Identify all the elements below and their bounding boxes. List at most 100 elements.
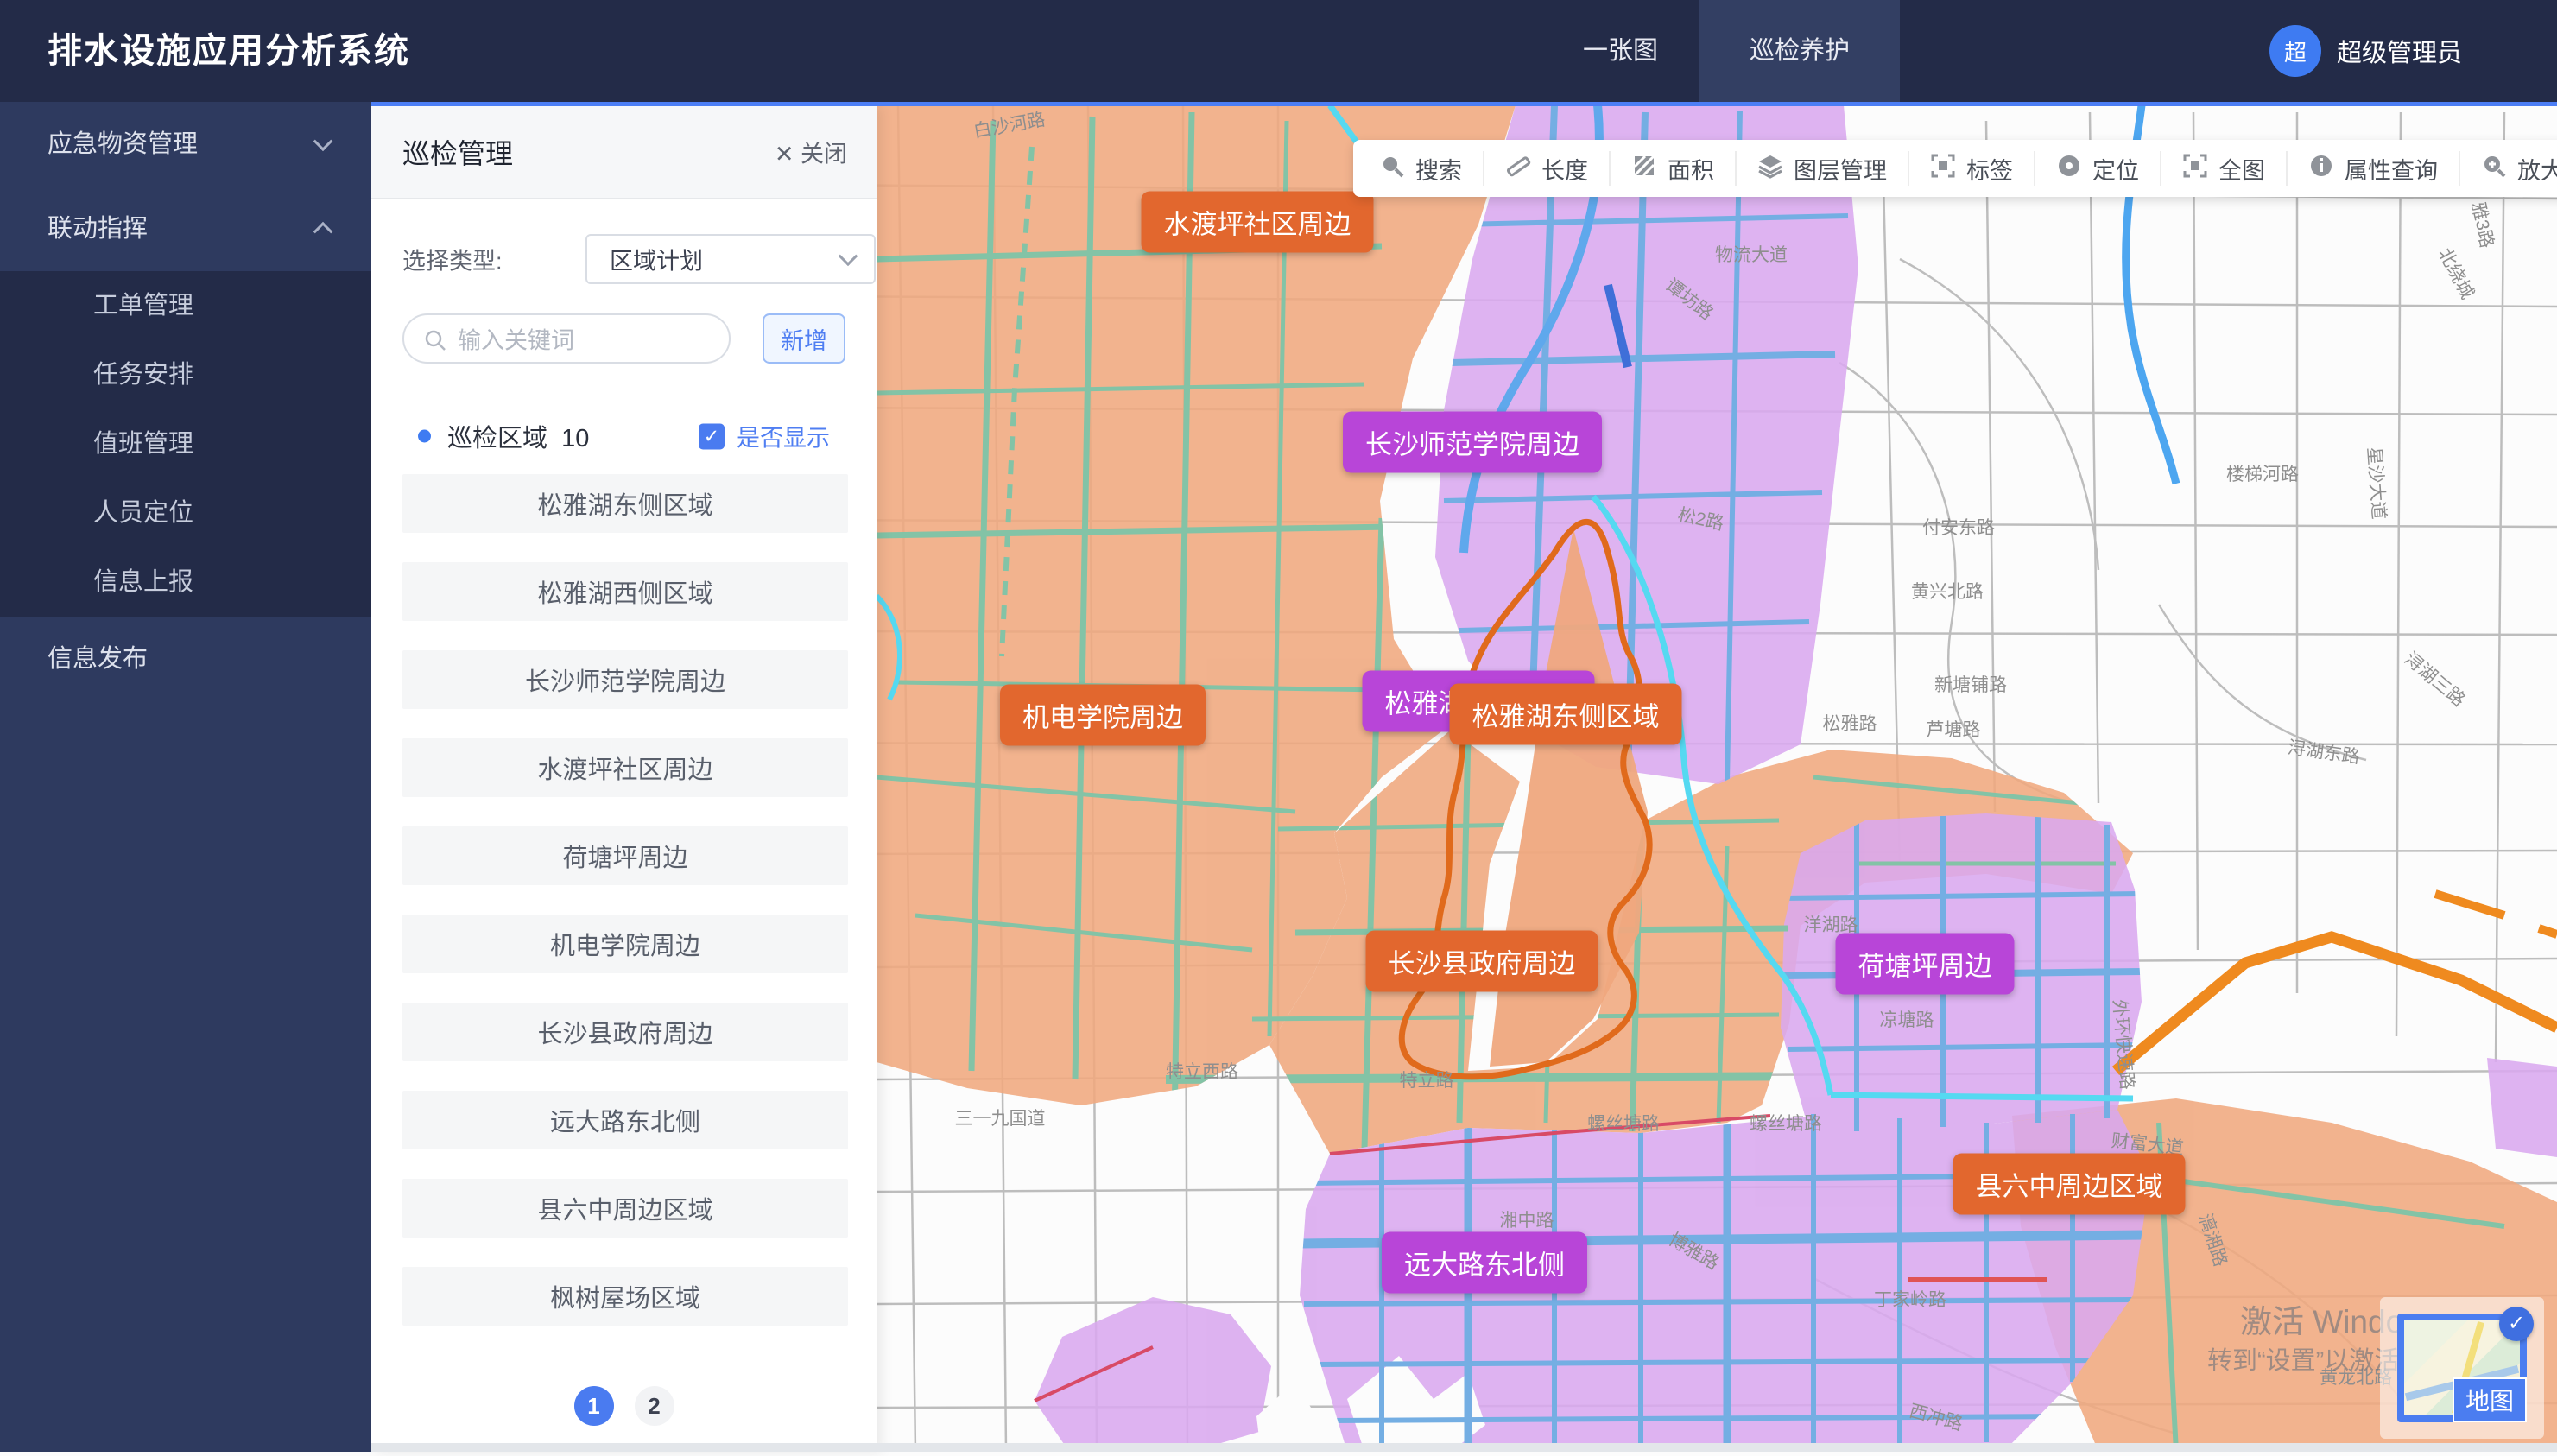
type-select-label: 选择类型:	[402, 243, 503, 276]
road-name-label: 楼梯河路	[2226, 465, 2299, 484]
sidebar-item-人员定位[interactable]: 人员定位	[0, 478, 371, 548]
panel-close-button[interactable]: ✕ 关闭	[775, 136, 847, 169]
minimap-check-icon: ✓	[2499, 1307, 2534, 1341]
region-list-item[interactable]: 松雅湖东侧区域	[402, 474, 848, 533]
road-name-label: 特立路	[1400, 1071, 1454, 1091]
tool-全图[interactable]: 全图	[2161, 151, 2288, 186]
sidebar: 应急物资管理联动指挥工单管理任务安排值班管理人员定位信息上报信息发布	[0, 102, 371, 1452]
map-region-label-松雅湖东侧区域[interactable]: 松雅湖东侧区域	[1450, 684, 1682, 745]
map-toolbar: 搜索长度面积图层管理标签定位全图属性查询放大缩小清除	[1353, 140, 2557, 197]
sidebar-item-工单管理[interactable]: 工单管理	[0, 271, 371, 340]
user-menu[interactable]: 超 超级管理员	[2269, 0, 2462, 102]
minimap-toggle[interactable]: ✓ 地图	[2397, 1314, 2527, 1422]
chevron-down-icon	[313, 131, 333, 151]
search-placeholder: 输入关键词	[458, 322, 574, 356]
info-icon	[2308, 153, 2334, 185]
user-avatar[interactable]: 超	[2269, 25, 2321, 77]
chevron-up-icon	[313, 222, 333, 242]
map-region-label-荷塘坪周边[interactable]: 荷塘坪周边	[1836, 934, 2015, 995]
road-name-label: 物流大道	[1715, 245, 1788, 265]
region-list-item[interactable]: 长沙师范学院周边	[402, 650, 848, 709]
checkbox-checked-icon[interactable]: ✓	[699, 423, 725, 449]
map-region-label-水渡坪社区周边[interactable]: 水渡坪社区周边	[1142, 192, 1374, 253]
show-toggle-label: 是否显示	[737, 420, 830, 453]
region-list-item[interactable]: 长沙县政府周边	[402, 1003, 848, 1061]
sidebar-item-任务安排[interactable]: 任务安排	[0, 340, 371, 409]
road-name-label: 丁家岭路	[1874, 1290, 1946, 1310]
plan-type-select[interactable]: 区域计划	[585, 234, 876, 284]
minimap-label: 地图	[2453, 1377, 2527, 1422]
region-group-title: 巡检区域 10	[447, 418, 589, 454]
page-button-1[interactable]: 1	[574, 1386, 614, 1426]
tag-frame-icon	[1930, 153, 1956, 185]
show-toggle[interactable]: ✓ 是否显示	[699, 420, 830, 453]
road-name-label: 松雅路	[1823, 714, 1877, 734]
nav-tab-one-map[interactable]: 一张图	[1571, 0, 1670, 102]
region-list-item[interactable]: 县六中周边区域	[402, 1179, 848, 1238]
road-name-label: 凉塘路	[1880, 1010, 1934, 1030]
panel-header: 巡检管理 ✕ 关闭	[371, 106, 877, 199]
road-name-label: 湘中路	[1500, 1211, 1554, 1231]
region-list-item[interactable]: 水渡坪社区周边	[402, 738, 848, 797]
zoom-in-icon	[2481, 153, 2507, 185]
search-icon	[423, 328, 447, 352]
road-name-label: 黄兴北路	[1911, 582, 1984, 602]
locate-icon	[2056, 153, 2082, 185]
add-button[interactable]: 新增	[763, 313, 845, 364]
road-name-label: 付安东路	[1922, 518, 1995, 538]
road-name-label: 芦塘路	[1927, 720, 1981, 740]
road-name-label: 新塘铺路	[1934, 675, 2007, 695]
sidebar-item-信息发布[interactable]: 信息发布	[0, 617, 371, 701]
region-list: 松雅湖东侧区域松雅湖西侧区域长沙师范学院周边水渡坪社区周边荷塘坪周边机电学院周边…	[402, 474, 848, 1355]
layers-icon	[1757, 153, 1783, 185]
nav-tab-inspection-maintenance[interactable]: 巡检养护	[1699, 0, 1900, 102]
inspection-panel: 巡检管理 ✕ 关闭 选择类型: 区域计划 输入关键词 新增 巡检区域 10 ✓ …	[371, 106, 877, 1452]
tool-长度[interactable]: 长度	[1484, 151, 1611, 186]
region-list-item[interactable]: 荷塘坪周边	[402, 826, 848, 885]
sidebar-item-信息上报[interactable]: 信息上报	[0, 548, 371, 617]
search-icon	[1379, 153, 1405, 185]
region-list-item[interactable]: 机电学院周边	[402, 915, 848, 973]
horizontal-scrollbar[interactable]	[371, 1443, 2557, 1452]
region-group-row: 巡检区域 10 ✓ 是否显示	[402, 419, 845, 453]
page-button-2[interactable]: 2	[635, 1386, 674, 1426]
app-header: 排水设施应用分析系统 一张图 巡检养护 超 超级管理员	[0, 0, 2557, 102]
tool-属性查询[interactable]: 属性查询	[2288, 151, 2460, 186]
road-name-label: 螺丝塘路	[1587, 1114, 1660, 1134]
keyword-search-input[interactable]: 输入关键词	[402, 313, 731, 364]
tool-搜索[interactable]: 搜索	[1358, 151, 1484, 186]
map-region-label-远大路东北侧[interactable]: 远大路东北侧	[1382, 1232, 1587, 1294]
sidebar-item-联动指挥[interactable]: 联动指挥	[0, 187, 371, 271]
road-name-label: 特立西路	[1166, 1062, 1238, 1082]
tool-标签[interactable]: 标签	[1909, 151, 2035, 186]
region-list-item[interactable]: 枫树屋场区域	[402, 1267, 848, 1326]
ruler-icon	[1505, 153, 1531, 185]
plan-type-value: 区域计划	[610, 243, 703, 276]
bullet-dot-icon	[418, 430, 431, 443]
tool-放大[interactable]: 放大	[2460, 151, 2557, 186]
sidebar-item-值班管理[interactable]: 值班管理	[0, 409, 371, 478]
map-region-label-县六中周边区域[interactable]: 县六中周边区域	[1953, 1154, 2186, 1215]
road-name-label: 螺丝塘路	[1750, 1114, 1822, 1134]
road-name-label: 三一九国道	[955, 1109, 1046, 1129]
tool-定位[interactable]: 定位	[2035, 151, 2161, 186]
pagination: 12	[371, 1386, 877, 1426]
app-title: 排水设施应用分析系统	[47, 0, 410, 102]
region-list-item[interactable]: 远大路东北侧	[402, 1091, 848, 1149]
tool-面积[interactable]: 面积	[1611, 151, 1737, 186]
panel-title: 巡检管理	[402, 132, 513, 172]
map-region-label-长沙师范学院周边[interactable]: 长沙师范学院周边	[1343, 412, 1602, 473]
content-top-accent-line	[371, 102, 2557, 106]
region-list-item[interactable]: 松雅湖西侧区域	[402, 562, 848, 621]
minimap-panel: ✓ 地图	[2380, 1297, 2544, 1439]
area-icon	[1631, 153, 1657, 185]
sidebar-item-应急物资管理[interactable]: 应急物资管理	[0, 102, 371, 187]
tool-图层管理[interactable]: 图层管理	[1737, 151, 1909, 186]
full-extent-icon	[2182, 153, 2208, 185]
chevron-down-icon	[839, 246, 858, 266]
type-select-row: 选择类型: 区域计划	[402, 234, 845, 284]
search-row: 输入关键词 新增	[402, 313, 845, 364]
map-region-label-机电学院周边[interactable]: 机电学院周边	[1000, 685, 1206, 746]
map-region-label-长沙县政府周边[interactable]: 长沙县政府周边	[1366, 931, 1598, 992]
sidebar-submenu: 工单管理任务安排值班管理人员定位信息上报	[0, 271, 371, 617]
